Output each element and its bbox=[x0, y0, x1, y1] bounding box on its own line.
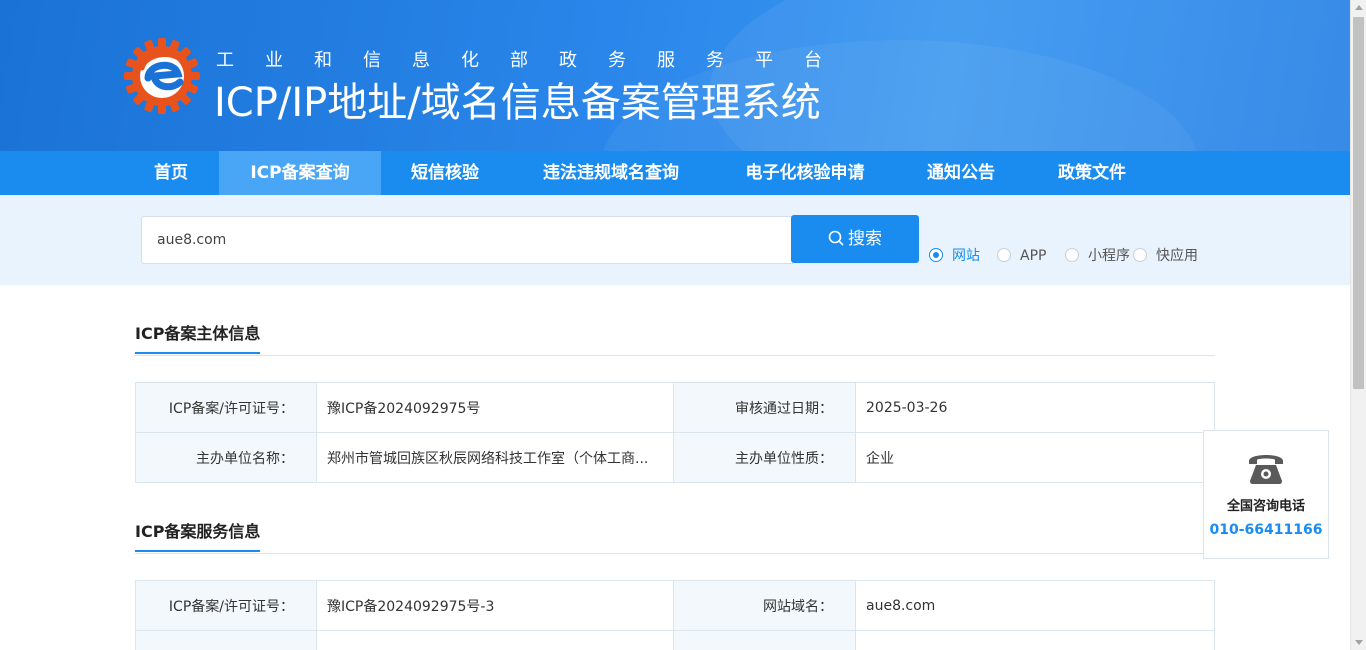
search-button-label: 搜索 bbox=[848, 229, 882, 249]
radio-dot bbox=[1133, 248, 1147, 262]
site-header: 工业和信息化部政务服务平台 ICP/IP地址/域名信息备案管理系统 bbox=[0, 0, 1350, 151]
table-value: 2025-03-26 bbox=[855, 382, 1215, 433]
contact-float-panel[interactable]: 全国咨询电话 010-66411166 bbox=[1203, 430, 1329, 559]
radio-mini-program[interactable]: 小程序 bbox=[1065, 246, 1130, 266]
page-scrollbar[interactable] bbox=[1350, 0, 1366, 650]
nav-item-home[interactable]: 首页 bbox=[122, 151, 220, 195]
search-button[interactable]: 搜索 bbox=[791, 215, 919, 263]
table-key: 网站域名： bbox=[673, 580, 856, 631]
radio-app[interactable]: APP bbox=[997, 246, 1046, 266]
subject-info-table: ICP备案/许可证号： 豫ICP备2024092975号 审核通过日期： 202… bbox=[135, 382, 1215, 483]
table-key: 审核通过日期： bbox=[673, 382, 856, 433]
contact-number: 010-66411166 bbox=[1209, 522, 1323, 538]
service-info-table: ICP备案/许可证号： 豫ICP备2024092975号-3 网站域名： aue… bbox=[135, 580, 1215, 650]
radio-label: APP bbox=[1020, 248, 1047, 264]
contact-label: 全国咨询电话 bbox=[1226, 499, 1305, 514]
subject-info-title: ICP备案主体信息 bbox=[135, 320, 261, 354]
table-row bbox=[135, 630, 1215, 650]
scroll-down-icon[interactable] bbox=[1355, 640, 1363, 645]
section-divider bbox=[135, 355, 1215, 356]
table-row: 主办单位名称： 郑州市管城回族区秋辰网络科技工作室（个体工商... 主办单位性质… bbox=[135, 432, 1215, 483]
table-value bbox=[855, 630, 1215, 650]
radio-quick-app[interactable]: 快应用 bbox=[1133, 246, 1198, 266]
table-key: ICP备案/许可证号： bbox=[135, 580, 317, 631]
search-input[interactable]: aue8.com bbox=[141, 216, 793, 264]
miit-logo-icon bbox=[124, 38, 200, 114]
radio-dot bbox=[929, 248, 943, 262]
service-info-title: ICP备案服务信息 bbox=[135, 518, 261, 552]
main-nav: 首页 ICP备案查询 短信核验 违法违规域名查询 电子化核验申请 通知公告 政策… bbox=[0, 151, 1350, 195]
radio-dot bbox=[1065, 248, 1079, 262]
nav-item-notices[interactable]: 通知公告 bbox=[897, 151, 1025, 195]
nav-item-e-verify-apply[interactable]: 电子化核验申请 bbox=[713, 151, 897, 195]
scrollbar-thumb[interactable] bbox=[1353, 17, 1364, 389]
table-value: 豫ICP备2024092975号 bbox=[316, 382, 674, 433]
table-key: 主办单位性质： bbox=[673, 432, 856, 483]
nav-item-sms-verify[interactable]: 短信核验 bbox=[381, 151, 509, 195]
phone-icon bbox=[1249, 455, 1283, 484]
table-row: ICP备案/许可证号： 豫ICP备2024092975号-3 网站域名： aue… bbox=[135, 580, 1215, 631]
table-row: ICP备案/许可证号： 豫ICP备2024092975号 审核通过日期： 202… bbox=[135, 382, 1215, 433]
nav-item-policies[interactable]: 政策文件 bbox=[1025, 151, 1159, 195]
section-divider bbox=[135, 553, 1215, 554]
header-title: ICP/IP地址/域名信息备案管理系统 bbox=[214, 80, 821, 126]
radio-website[interactable]: 网站 bbox=[929, 246, 980, 266]
table-value: 郑州市管城回族区秋辰网络科技工作室（个体工商... bbox=[316, 432, 674, 483]
nav-item-illegal-domain-query[interactable]: 违法违规域名查询 bbox=[509, 151, 713, 195]
radio-label: 快应用 bbox=[1156, 248, 1198, 264]
table-value: aue8.com bbox=[855, 580, 1215, 631]
table-value: 企业 bbox=[855, 432, 1215, 483]
search-icon bbox=[828, 230, 844, 246]
table-key: 主办单位名称： bbox=[135, 432, 317, 483]
nav-item-icp-query[interactable]: ICP备案查询 bbox=[219, 151, 381, 195]
radio-dot bbox=[997, 248, 1011, 262]
radio-label: 小程序 bbox=[1088, 248, 1130, 264]
table-key bbox=[135, 630, 317, 650]
table-key: ICP备案/许可证号： bbox=[135, 382, 317, 433]
scroll-up-icon[interactable] bbox=[1355, 5, 1363, 10]
table-key bbox=[673, 630, 856, 650]
header-subtitle: 工业和信息化部政务服务平台 bbox=[216, 50, 853, 71]
table-value bbox=[316, 630, 674, 650]
table-value: 豫ICP备2024092975号-3 bbox=[316, 580, 674, 631]
radio-label: 网站 bbox=[952, 248, 980, 264]
